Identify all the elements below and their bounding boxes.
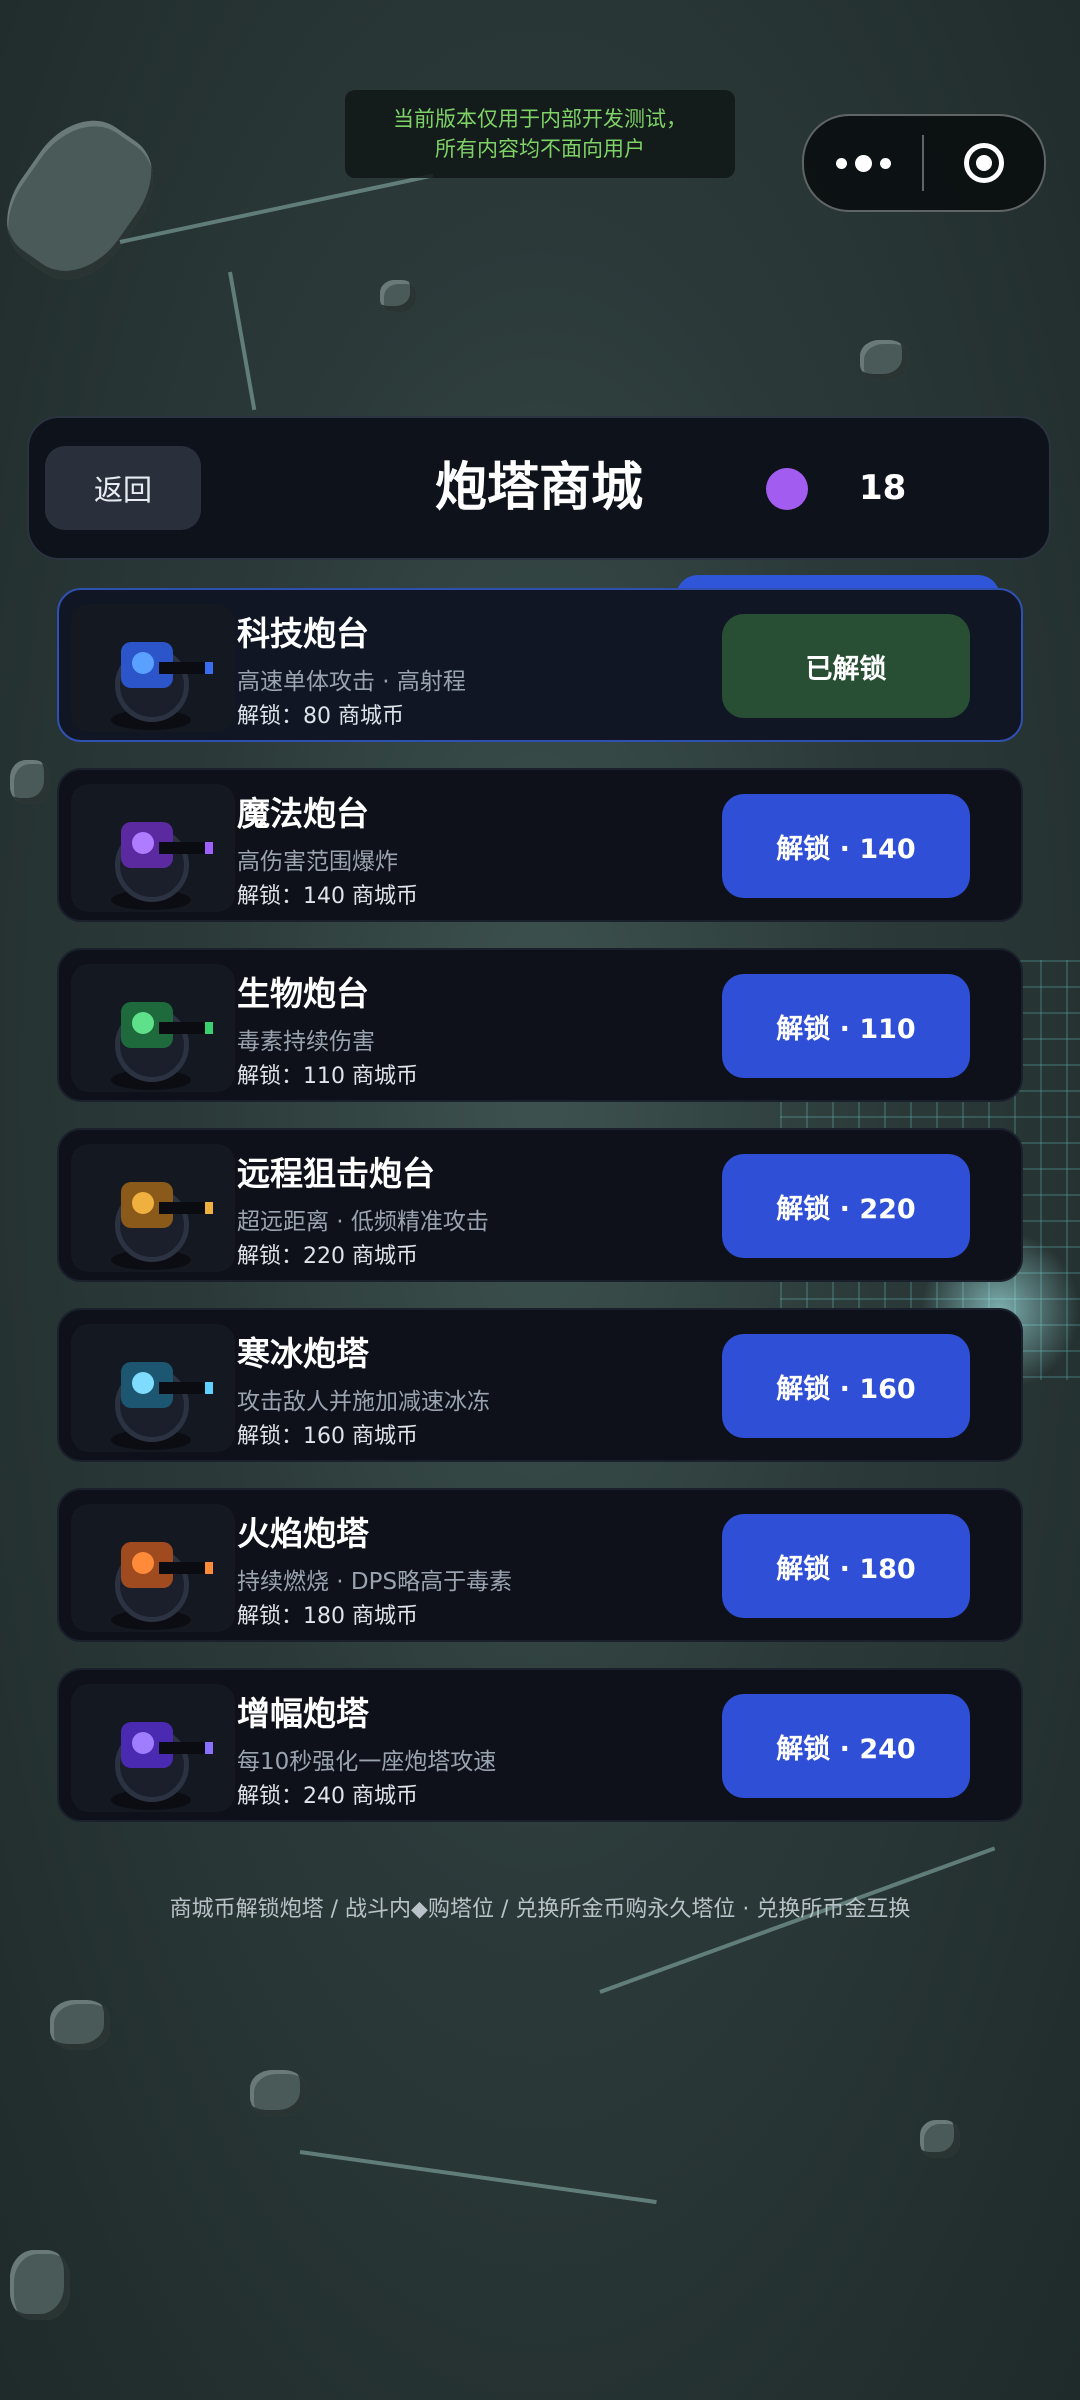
rock-decoration: [10, 760, 50, 804]
turret-icon: [71, 1684, 235, 1812]
turret-core: [132, 1372, 154, 1394]
rock-decoration: [10, 2250, 70, 2320]
tower-card: 魔法炮台高伤害范围爆炸 解锁：140 商城币 解锁 · 140: [57, 768, 1023, 922]
unlock-button[interactable]: 解锁 · 160: [722, 1334, 970, 1438]
tower-description: 超远距离 · 低频精准攻击: [237, 1209, 489, 1235]
tower-name: 魔法炮台: [237, 794, 369, 833]
turret-core: [132, 1012, 154, 1034]
crack-decoration: [299, 2150, 657, 2205]
shop-header: 返回 炮塔商城 18: [27, 416, 1051, 560]
tower-name: 科技炮台: [237, 614, 369, 653]
target-circle-icon[interactable]: [924, 116, 1044, 210]
tower-card: 科技炮台高速单体攻击 · 高射程 解锁：80 商城币 已解锁: [57, 588, 1023, 742]
rock-decoration: [50, 2000, 110, 2050]
coin-count: 18: [859, 468, 907, 508]
tower-name: 增幅炮塔: [237, 1694, 369, 1733]
rock-decoration: [380, 280, 416, 312]
tower-unlock-cost: 解锁：110 商城币: [237, 1064, 418, 1089]
tower-name: 生物炮台: [237, 974, 369, 1013]
turret-icon: [71, 784, 235, 912]
tower-unlock-cost: 解锁：220 商城币: [237, 1244, 418, 1269]
tower-unlock-cost: 解锁：140 商城币: [237, 884, 418, 909]
turret-icon: [71, 604, 235, 732]
turret-icon: [71, 1504, 235, 1632]
rock-decoration: [860, 340, 908, 380]
turret-core: [132, 1192, 154, 1214]
notice-line-1: 当前版本仅用于内部开发测试，: [393, 107, 687, 131]
turret-icon: [71, 1324, 235, 1452]
rock-decoration: [0, 100, 176, 300]
purple-coin-icon: [766, 468, 808, 510]
dev-test-notice: 当前版本仅用于内部开发测试， 所有内容均不面向用户: [345, 90, 735, 178]
unlock-button[interactable]: 解锁 · 140: [722, 794, 970, 898]
mini-program-capsule: [802, 114, 1046, 212]
turret-tip: [205, 1562, 213, 1574]
turret-tip: [205, 1382, 213, 1394]
turret-tip: [205, 1742, 213, 1754]
rock-decoration: [250, 2070, 306, 2116]
turret-tip: [205, 1022, 213, 1034]
crack-decoration: [228, 271, 257, 411]
turret-tip: [205, 662, 213, 674]
turret-tip: [205, 842, 213, 854]
unlocked-button[interactable]: 已解锁: [722, 614, 970, 718]
tower-list: 科技炮台 高速单体攻击 · 高射程 解锁：80 商城币 已解锁 魔法炮台 高伤害范围爆炸解…: [57, 588, 1023, 1848]
turret-tip: [205, 1202, 213, 1214]
turret-core: [132, 1732, 154, 1754]
tower-description: 持续燃烧 · DPS略高于毒素: [237, 1569, 513, 1595]
tower-card: 增幅炮塔每10秒强化一座炮塔攻速 解锁：240 商城币 解锁 · 240: [57, 1668, 1023, 1822]
tower-unlock-cost: 解锁：80 商城币: [237, 704, 404, 729]
unlock-button[interactable]: 解锁 · 240: [722, 1694, 970, 1798]
tower-card: 火焰炮塔持续燃烧 · DPS略高于毒素 解锁：180 商城币 解锁 · 180: [57, 1488, 1023, 1642]
tower-description: 高速单体攻击 · 高射程: [237, 669, 466, 695]
unlock-button[interactable]: 解锁 · 180: [722, 1514, 970, 1618]
tower-card: 远程狙击炮台超远距离 · 低频精准攻击 解锁：220 商城币 解锁 · 220: [57, 1128, 1023, 1282]
tower-card: 寒冰炮塔攻击敌人并施加减速冰冻 解锁：160 商城币 解锁 · 160: [57, 1308, 1023, 1462]
turret-core: [132, 1552, 154, 1574]
tower-unlock-cost: 解锁：180 商城币: [237, 1604, 418, 1629]
tower-unlock-cost: 解锁：240 商城币: [237, 1784, 418, 1809]
tower-name: 远程狙击炮台: [237, 1154, 435, 1193]
unlock-button[interactable]: 解锁 · 220: [722, 1154, 970, 1258]
crack-decoration: [119, 173, 434, 244]
unlock-button[interactable]: 解锁 · 110: [722, 974, 970, 1078]
turret-core: [132, 832, 154, 854]
more-dots-icon[interactable]: [804, 116, 922, 210]
tower-description: 毒素持续伤害: [237, 1029, 375, 1055]
tower-name: 寒冰炮塔: [237, 1334, 369, 1373]
tower-name: 火焰炮塔: [237, 1514, 369, 1553]
notice-line-2: 所有内容均不面向用户: [435, 137, 645, 161]
turret-icon: [71, 1144, 235, 1272]
tower-unlock-cost: 解锁：160 商城币: [237, 1424, 418, 1449]
tower-description: 攻击敌人并施加减速冰冻: [237, 1389, 490, 1415]
rock-decoration: [920, 2120, 960, 2158]
footer-hint: 商城币解锁炮塔 / 战斗内◆购塔位 / 兑换所金币购永久塔位 · 兑换所币金互换: [169, 1897, 911, 1922]
tower-description: 每10秒强化一座炮塔攻速: [237, 1749, 497, 1775]
tower-description: 高伤害范围爆炸: [237, 849, 398, 875]
turret-icon: [71, 964, 235, 1092]
turret-core: [132, 652, 154, 674]
tower-card: 生物炮台毒素持续伤害解锁：110 商城币 解锁 · 110: [57, 948, 1023, 1102]
